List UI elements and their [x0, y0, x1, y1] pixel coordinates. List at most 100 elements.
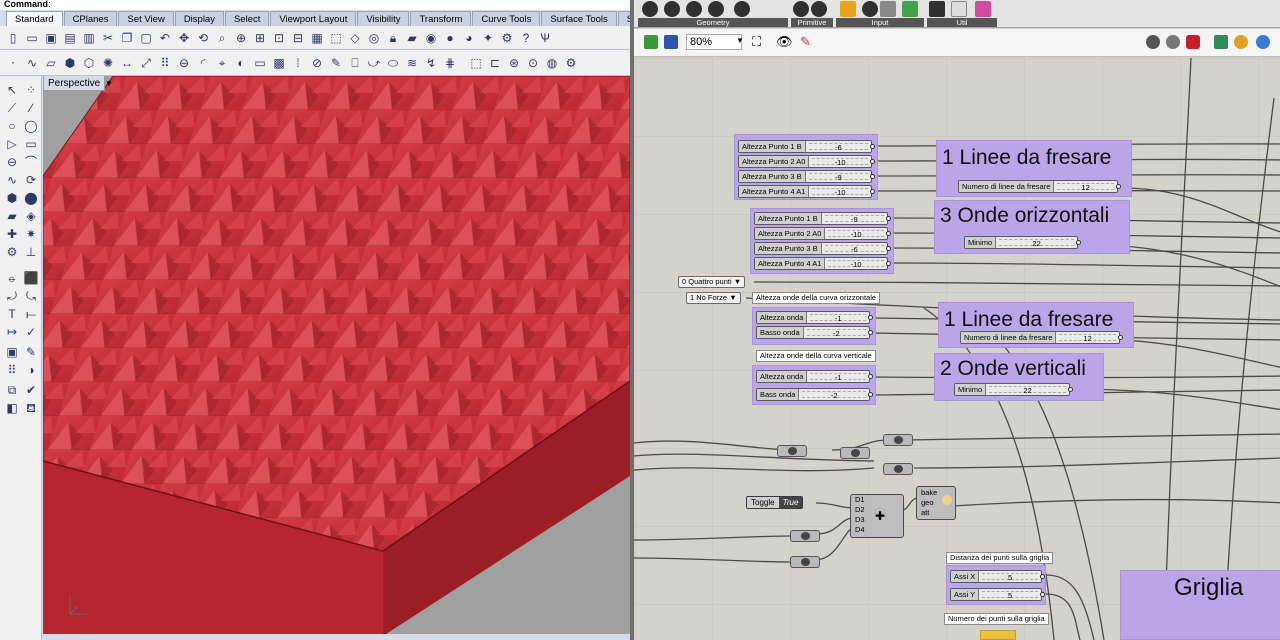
open-file-icon[interactable]	[644, 35, 658, 49]
slider-basso-onda-h[interactable]: Basso onda -2	[756, 326, 873, 339]
params-icon[interactable]	[708, 1, 724, 17]
relay[interactable]	[883, 463, 913, 475]
display-icon[interactable]	[1234, 35, 1248, 49]
history-icon[interactable]: ⊘	[308, 54, 326, 72]
sphere-icon[interactable]	[1256, 35, 1270, 49]
cplane-icon[interactable]: ◇	[346, 29, 364, 47]
text-tool-icon[interactable]: T	[3, 306, 21, 322]
open-icon[interactable]: ▭	[23, 29, 41, 47]
dimension-icon[interactable]: ↔	[118, 54, 136, 72]
slider-altezza-punto-1b-b[interactable]: Altezza Punto 1 B -9	[754, 212, 891, 225]
preview-selected-icon[interactable]	[1186, 35, 1200, 49]
flask-icon[interactable]	[975, 1, 991, 17]
zoom-extents-icon[interactable]: ⛶	[752, 34, 761, 50]
lock-icon[interactable]: 🔒︎	[384, 29, 402, 47]
trim-icon[interactable]: ⤾	[3, 288, 21, 304]
relay[interactable]	[790, 556, 820, 568]
slider-altezza-punto-2a0[interactable]: Altezza Punto 2 A0 -10	[738, 155, 875, 168]
paint-bucket-icon[interactable]: ⛾	[22, 400, 40, 416]
tab-viewport-layout[interactable]: Viewport Layout	[270, 11, 357, 26]
dots-icon[interactable]: ⁞	[289, 54, 307, 72]
relay[interactable]	[883, 434, 913, 446]
primitive-icon[interactable]	[811, 1, 827, 17]
surface-edit-icon[interactable]: ⬭	[384, 54, 402, 72]
loft-icon[interactable]: ≋	[403, 54, 421, 72]
snapshot-icon[interactable]: ⊙	[524, 54, 542, 72]
line-icon[interactable]: ∕	[22, 100, 40, 116]
merge-component[interactable]: D1 D2 D3 D4 ✚	[850, 494, 904, 538]
gh-canvas[interactable]: 0 Quattro punti ▼ 1 No Forze ▼ Altezza P…	[634, 58, 1280, 640]
slider-altezza-punto-4a1[interactable]: Altezza Punto 4 A1 -10	[738, 185, 875, 198]
analyze-icon[interactable]: ⌖	[213, 54, 231, 72]
preview-wire-icon[interactable]	[1146, 35, 1160, 49]
print-icon[interactable]: ▤	[61, 29, 79, 47]
value-list-no-forze[interactable]: 1 No Forze ▼	[686, 292, 741, 304]
params-icon[interactable]	[642, 1, 658, 17]
command-line[interactable]: Command:	[0, 0, 630, 10]
layer-icon[interactable]: ▰	[403, 29, 421, 47]
boolean-union-icon[interactable]: ✚	[3, 226, 21, 242]
drafting-icon[interactable]: ▭	[251, 54, 269, 72]
gumball-icon[interactable]: ⊛	[505, 54, 523, 72]
options-icon[interactable]: ⚙	[498, 29, 516, 47]
select-icon[interactable]: ⬚	[327, 29, 345, 47]
array-tool-icon[interactable]: ⠿	[3, 362, 21, 378]
properties-tool-icon[interactable]: ◧	[3, 400, 21, 416]
toggle-icon[interactable]	[862, 1, 878, 17]
tree-icon[interactable]	[929, 1, 945, 17]
zoom-level[interactable]: 80%	[686, 34, 742, 50]
zoom-selected-icon[interactable]: ⊡	[270, 29, 288, 47]
copy-icon[interactable]: ❐	[118, 29, 136, 47]
sweep-icon[interactable]: ↯	[422, 54, 440, 72]
relay[interactable]	[840, 447, 870, 459]
polyline-icon[interactable]: ⟋	[3, 100, 21, 116]
frame-icon[interactable]: ⬚	[467, 54, 485, 72]
slider-altezza-onda-h[interactable]: Altezza onda -1	[756, 311, 873, 324]
undo-icon[interactable]: ↶	[156, 29, 174, 47]
chevron-down-icon[interactable]: ▼	[734, 277, 741, 286]
tab-surface-tools[interactable]: Surface Tools	[541, 11, 617, 26]
dimension-tool-icon[interactable]: ⦵	[3, 270, 21, 286]
eye-icon[interactable]: 👁︎	[776, 34, 793, 50]
tab-curve-tools[interactable]: Curve Tools	[472, 11, 541, 26]
tab-display[interactable]: Display	[174, 11, 224, 26]
slider-altezza-punto-3b-b[interactable]: Altezza Punto 3 B -6	[754, 242, 891, 255]
point-cloud-icon[interactable]: ⁘	[22, 82, 40, 98]
image-icon[interactable]	[902, 1, 918, 17]
split-icon[interactable]: ⤿	[22, 288, 40, 304]
panel-numero-punti[interactable]: Numero dei punti sulla griglia	[944, 613, 1049, 625]
solid-icon[interactable]: ⬢	[61, 54, 79, 72]
arc-icon[interactable]: ⌒	[22, 154, 40, 170]
pencil-icon[interactable]: ✎	[22, 344, 40, 360]
ruler-icon[interactable]: ⟝	[22, 306, 40, 322]
check-icon[interactable]: ✓	[22, 324, 40, 340]
blocks-icon[interactable]: ⎕	[346, 54, 364, 72]
sketch-icon[interactable]: ✎	[800, 34, 811, 50]
params-icon[interactable]	[686, 1, 702, 17]
grasshopper-icon[interactable]: Ѱ	[536, 29, 554, 47]
light-bulb-icon[interactable]: ✺	[99, 54, 117, 72]
network-icon[interactable]: ⋕	[441, 54, 459, 72]
toggle-bake[interactable]: Toggle True	[746, 496, 804, 509]
slider-minimo-verticali[interactable]: Minimo 22	[954, 383, 1073, 396]
arrow-icon[interactable]	[951, 1, 967, 17]
slider-altezza-punto-1b[interactable]: Altezza Punto 1 B -6	[738, 140, 875, 153]
save-file-icon[interactable]	[664, 35, 678, 49]
freeform-icon[interactable]: ⟳	[22, 172, 40, 188]
slider-assi-x[interactable]: Assi X5	[950, 570, 1045, 583]
panel-distanza-punti[interactable]: Distanza dei punti sulla griglia	[946, 552, 1054, 564]
preview-shaded-icon[interactable]	[1166, 35, 1180, 49]
select-arrow-icon[interactable]: ↖	[3, 82, 21, 98]
triangle-icon[interactable]: ▷	[3, 136, 21, 152]
zoom-window-icon[interactable]: ⊕	[232, 29, 250, 47]
curve-edit-icon[interactable]: ⤻	[365, 54, 383, 72]
boolean-icon[interactable]: ⊖	[175, 54, 193, 72]
cut-icon[interactable]: ✂	[99, 29, 117, 47]
surface-tool-icon[interactable]: ▰	[3, 208, 21, 224]
rectangle-icon[interactable]: ▭	[22, 136, 40, 152]
mesh-icon[interactable]: ⬡	[80, 54, 98, 72]
group-icon[interactable]: ⧉	[3, 382, 21, 398]
slider-altezza-onda-v[interactable]: Altezza onda -1	[756, 370, 873, 383]
slider-numero-linee-1[interactable]: Numero di linee da fresare 12	[958, 180, 1121, 193]
bake-icon[interactable]	[1214, 35, 1228, 49]
